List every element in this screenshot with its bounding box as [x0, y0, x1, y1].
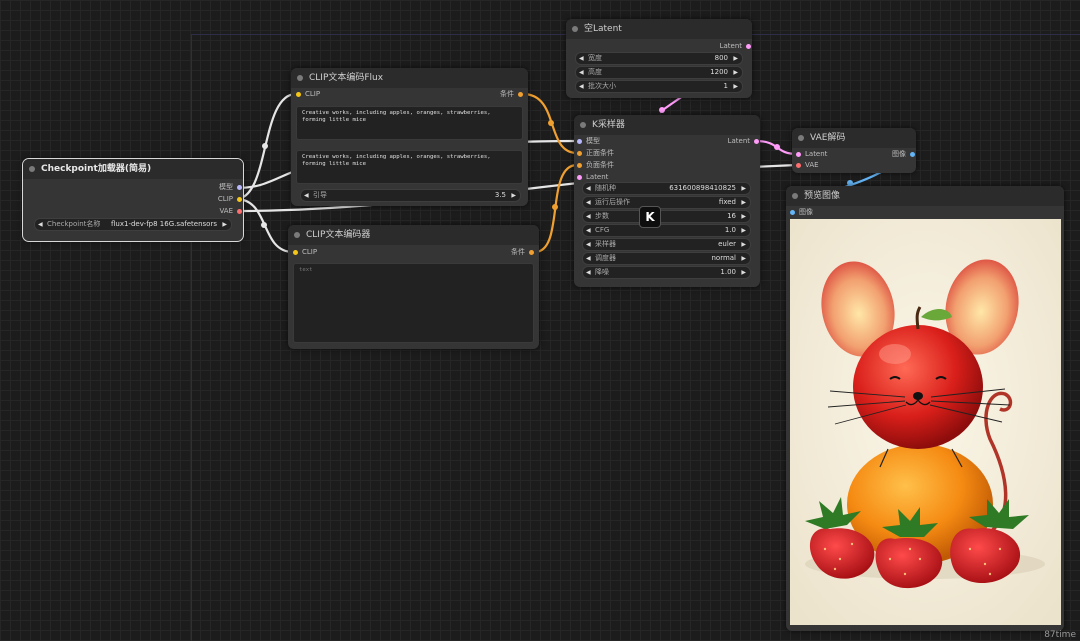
collapse-dot-icon[interactable] — [294, 232, 300, 238]
input-negative[interactable]: 负面条件 — [576, 160, 614, 171]
node-title[interactable]: K采样器 — [574, 115, 760, 135]
slot-dot-icon[interactable] — [577, 163, 582, 168]
text-textarea[interactable]: text — [293, 263, 534, 343]
collapse-dot-icon[interactable] — [29, 166, 35, 172]
checkpoint-loader-node[interactable]: Checkpoint加载器(简易) 模型 CLIP VAE ◀ Checkpoi… — [22, 158, 244, 242]
input-model[interactable]: 模型 — [576, 136, 600, 147]
arrow-left-icon[interactable]: ◀ — [38, 219, 43, 230]
arrow-right-icon[interactable]: ▶ — [511, 190, 516, 201]
input-images[interactable]: 图像 — [789, 207, 813, 218]
control-after-generate-combo[interactable]: ◀ 运行后操作 fixed ▶ — [582, 196, 751, 209]
collapse-dot-icon[interactable] — [798, 135, 804, 141]
arrow-left-icon[interactable]: ◀ — [586, 267, 591, 278]
arrow-left-icon[interactable]: ◀ — [586, 225, 591, 236]
input-vae[interactable]: VAE — [795, 160, 819, 171]
slot-dot-icon[interactable] — [518, 92, 523, 97]
arrow-left-icon[interactable]: ◀ — [579, 53, 584, 64]
arrow-left-icon[interactable]: ◀ — [579, 67, 584, 78]
sampler-combo[interactable]: ◀ 采样器 euler ▶ — [582, 238, 751, 251]
arrow-right-icon[interactable]: ▶ — [741, 267, 746, 278]
output-conditioning[interactable]: 条件 — [511, 247, 535, 258]
collapse-dot-icon[interactable] — [580, 122, 586, 128]
empty-latent-node[interactable]: 空Latent Latent ◀ 宽度 800 ▶ ◀ 高度 1200 ▶ ◀ 批次大小 1 ▶ — [566, 19, 752, 98]
height-number[interactable]: ◀ 高度 1200 ▶ — [575, 66, 743, 79]
output-clip[interactable]: CLIP — [218, 194, 243, 205]
arrow-left-icon[interactable]: ◀ — [586, 253, 591, 264]
group-border-left — [191, 34, 192, 641]
preview-image[interactable] — [790, 219, 1061, 625]
seed-number[interactable]: ◀ 随机种 631600898410825 ▶ — [582, 182, 751, 195]
arrow-left-icon[interactable]: ◀ — [586, 197, 591, 208]
slot-dot-icon[interactable] — [237, 185, 242, 190]
slot-dot-icon[interactable] — [577, 175, 582, 180]
collapse-dot-icon[interactable] — [572, 26, 578, 32]
arrow-left-icon[interactable]: ◀ — [586, 211, 591, 222]
ckpt-name-combo[interactable]: ◀ Checkpoint名称 flux1-dev-fp8 16G.safeten… — [34, 218, 232, 231]
output-vae[interactable]: VAE — [219, 206, 243, 217]
node-title[interactable]: 预览图像 — [786, 186, 1064, 206]
output-image[interactable]: 图像 — [892, 149, 916, 160]
slot-dot-icon[interactable] — [577, 139, 582, 144]
node-title[interactable]: CLIP文本编码Flux — [291, 68, 528, 88]
slot-dot-icon[interactable] — [754, 139, 759, 144]
arrow-right-icon[interactable]: ▶ — [741, 183, 746, 194]
clip-l-textarea[interactable]: Creative works, including apples, orange… — [296, 106, 523, 140]
arrow-right-icon[interactable]: ▶ — [741, 253, 746, 264]
arrow-left-icon[interactable]: ◀ — [304, 190, 309, 201]
k-overlay-icon[interactable]: K — [639, 206, 661, 228]
clip-text-encode-flux-node[interactable]: CLIP文本编码Flux CLIP 条件 Creative works, inc… — [291, 68, 528, 206]
width-number[interactable]: ◀ 宽度 800 ▶ — [575, 52, 743, 65]
collapse-dot-icon[interactable] — [297, 75, 303, 81]
input-samples[interactable]: Latent — [795, 149, 827, 160]
input-positive[interactable]: 正面条件 — [576, 148, 614, 159]
denoise-number[interactable]: ◀ 降噪 1.00 ▶ — [582, 266, 751, 279]
collapse-dot-icon[interactable] — [792, 193, 798, 199]
cfg-number[interactable]: ◀ CFG 1.0 ▶ — [582, 224, 751, 237]
steps-number[interactable]: ◀ 步数 16 ▶ — [582, 210, 751, 223]
slot-dot-icon[interactable] — [746, 44, 751, 49]
output-latent[interactable]: Latent — [720, 41, 752, 52]
slot-dot-icon[interactable] — [237, 197, 242, 202]
slot-dot-icon[interactable] — [790, 210, 795, 215]
output-conditioning[interactable]: 条件 — [500, 89, 524, 100]
guidance-number[interactable]: ◀ 引导 3.5 ▶ — [300, 189, 521, 202]
output-latent[interactable]: Latent — [728, 136, 760, 147]
arrow-right-icon[interactable]: ▶ — [741, 225, 746, 236]
slot-dot-icon[interactable] — [910, 152, 915, 157]
slot-dot-icon[interactable] — [237, 209, 242, 214]
slot-dot-icon[interactable] — [293, 250, 298, 255]
watermark-text: 87time — [1044, 630, 1076, 640]
input-clip[interactable]: CLIP — [295, 89, 320, 100]
scheduler-combo[interactable]: ◀ 调度器 normal ▶ — [582, 252, 751, 265]
arrow-right-icon[interactable]: ▶ — [733, 81, 738, 92]
arrow-right-icon[interactable]: ▶ — [733, 67, 738, 78]
vae-decode-node[interactable]: VAE解码 Latent 图像 VAE — [792, 128, 916, 173]
slot-dot-icon[interactable] — [796, 163, 801, 168]
slot-dot-icon[interactable] — [796, 152, 801, 157]
slot-dot-icon[interactable] — [577, 151, 582, 156]
input-clip[interactable]: CLIP — [292, 247, 317, 258]
arrow-right-icon[interactable]: ▶ — [733, 53, 738, 64]
slot-dot-icon[interactable] — [529, 250, 534, 255]
node-title[interactable]: CLIP文本编码器 — [288, 225, 539, 245]
node-title[interactable]: 空Latent — [566, 19, 752, 39]
batch-size-number[interactable]: ◀ 批次大小 1 ▶ — [575, 80, 743, 93]
arrow-left-icon[interactable]: ◀ — [586, 239, 591, 250]
arrow-right-icon[interactable]: ▶ — [741, 239, 746, 250]
output-model[interactable]: 模型 — [219, 182, 243, 193]
clip-text-encode-node[interactable]: CLIP文本编码器 CLIP 条件 text — [288, 225, 539, 349]
fruit-mouse-image — [790, 219, 1061, 625]
arrow-right-icon[interactable]: ▶ — [741, 211, 746, 222]
arrow-left-icon[interactable]: ◀ — [579, 81, 584, 92]
arrow-right-icon[interactable]: ▶ — [222, 219, 227, 230]
ksampler-node[interactable]: K采样器 模型 Latent 正面条件 负面条件 Latent ◀ 随机种 6316… — [574, 115, 760, 287]
arrow-right-icon[interactable]: ▶ — [741, 197, 746, 208]
node-title[interactable]: VAE解码 — [792, 128, 916, 148]
t5xxl-textarea[interactable]: Creative works, including apples, orange… — [296, 150, 523, 184]
arrow-left-icon[interactable]: ◀ — [586, 183, 591, 194]
node-title[interactable]: Checkpoint加载器(简易) — [23, 159, 243, 179]
slot-dot-icon[interactable] — [296, 92, 301, 97]
